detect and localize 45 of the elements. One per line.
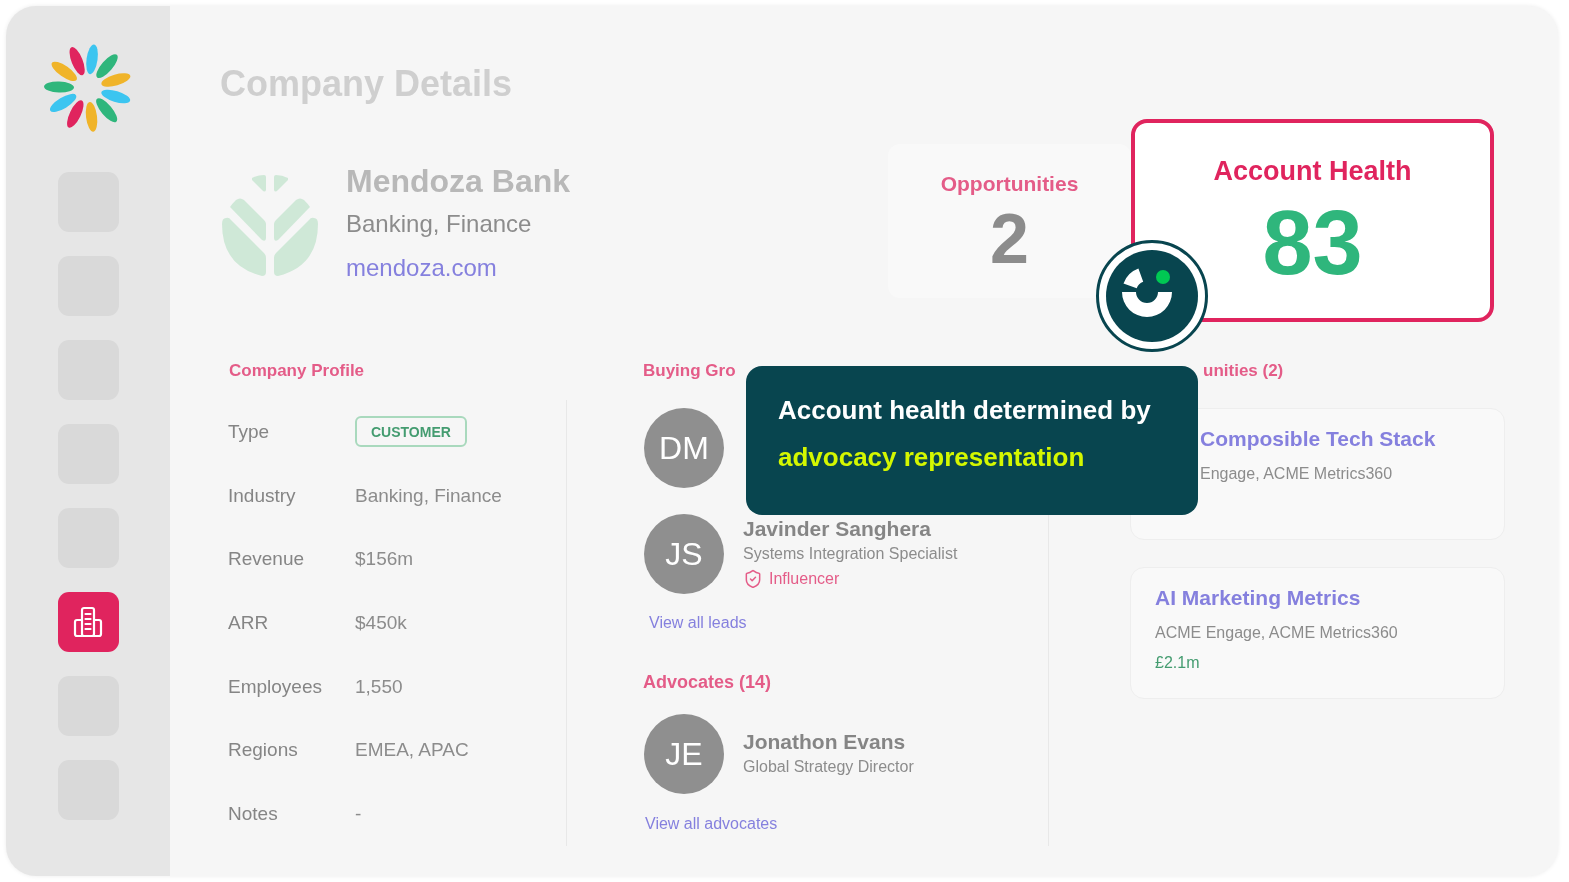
field-value: $156m — [355, 548, 414, 571]
field-label: Industry — [228, 484, 297, 507]
field-value: - — [355, 802, 362, 825]
nav-button[interactable] — [57, 592, 119, 652]
avatar: JE — [644, 714, 724, 794]
opportunity-value: £2.1m — [1155, 653, 1200, 673]
role-label: Influencer — [769, 570, 840, 588]
field-label: Notes — [228, 802, 279, 825]
tree-logo-icon — [222, 173, 318, 276]
opportunity-name: Composible Tech Stack — [1200, 426, 1436, 452]
section-heading: Advocates (14) — [643, 671, 772, 693]
stat-label: Opportunities — [940, 170, 1079, 197]
opportunity-name: AI Marketing Metrics — [1155, 585, 1361, 611]
company-name: Mendoza Bank — [346, 161, 571, 201]
field-label: Revenue — [228, 548, 306, 571]
person-title: Systems Integration Specialist — [743, 544, 958, 564]
field-value: 1,550 — [355, 675, 403, 698]
health-score: 83 — [1262, 203, 1363, 283]
section-heading: Company Profile — [229, 360, 365, 382]
field-value: $450k — [355, 611, 407, 634]
field-label: Regions — [228, 739, 299, 762]
avatar: DM — [644, 408, 724, 488]
field-value: EMEA, APAC — [355, 739, 469, 762]
company-industry: Banking, Finance — [346, 208, 532, 239]
person-name: Jonathon Evans — [743, 729, 906, 754]
avatar: JS — [644, 514, 724, 594]
view-all-link[interactable]: View all leads — [649, 613, 747, 633]
building-icon — [73, 606, 103, 638]
opportunity-products: ACME Engage, ACME Metrics360 — [1155, 623, 1398, 643]
field-label: ARR — [228, 611, 270, 634]
person-title: Global Strategy Director — [743, 757, 914, 777]
stat-value: 2 — [990, 206, 1029, 271]
field-value: Banking, Finance — [355, 484, 502, 507]
website-link[interactable]: mendoza.com — [346, 246, 497, 289]
opportunity-products: Engage, ACME Metrics360 — [1200, 464, 1393, 484]
opportunity-card[interactable]: AI Marketing Metrics ACME Engage, ACME Metrics360 £2.1m — [1130, 567, 1505, 699]
shield-check-icon — [743, 569, 763, 589]
view-all-link[interactable]: View all advocates — [645, 814, 778, 834]
person-name: Javinder Sanghera — [743, 516, 931, 541]
section-heading: unities (2) — [1203, 360, 1284, 382]
section-heading: Buying Gro — [643, 360, 736, 382]
field-label: Type — [228, 420, 271, 443]
health-label: Account Health — [1213, 155, 1412, 187]
status-tag: CUSTOMER — [355, 416, 467, 448]
field-label: Employees — [228, 675, 323, 698]
